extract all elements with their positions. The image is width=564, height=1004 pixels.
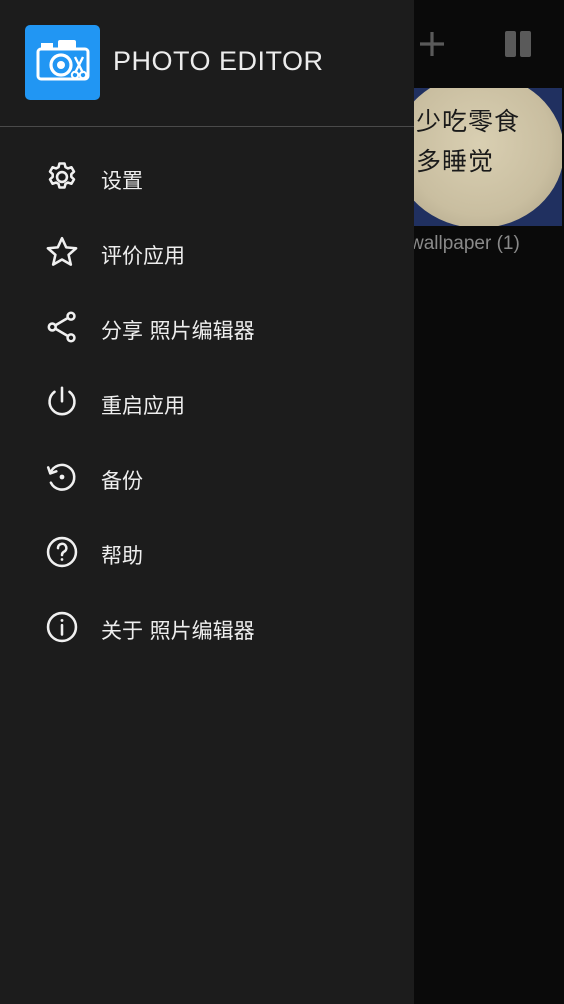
menu-item-settings[interactable]: 设置 [0, 140, 414, 215]
menu-item-label: 重启应用 [101, 394, 185, 418]
info-icon [44, 609, 80, 645]
navigation-drawer: PHOTO EDITOR 设置 评价应用 分享 照片编辑器 重启应用 备份 帮助… [0, 0, 414, 1004]
menu-item-share[interactable]: 分享 照片编辑器 [0, 290, 414, 365]
star-icon [44, 234, 80, 270]
thumbnail-caption: wallpaper (1) [410, 233, 520, 254]
drawer-header: PHOTO EDITOR [0, 0, 414, 127]
camera-scissors-icon [25, 25, 100, 100]
menu-item-restart[interactable]: 重启应用 [0, 365, 414, 440]
menu-item-label: 评价应用 [101, 244, 185, 268]
power-icon [44, 384, 80, 420]
share-icon [44, 309, 80, 345]
menu-item-about[interactable]: 关于 照片编辑器 [0, 590, 414, 665]
image-thumbnail[interactable]: 少吃零食 多睡觉 [414, 88, 562, 226]
backup-restore-icon [44, 459, 80, 495]
menu-item-label: 帮助 [101, 544, 143, 568]
add-icon[interactable] [414, 26, 450, 62]
menu-item-backup[interactable]: 备份 [0, 440, 414, 515]
menu-item-rate-app[interactable]: 评价应用 [0, 215, 414, 290]
drawer-menu: 设置 评价应用 分享 照片编辑器 重启应用 备份 帮助 关于 照片编辑器 [0, 140, 414, 665]
menu-item-help[interactable]: 帮助 [0, 515, 414, 590]
gear-icon [44, 159, 80, 195]
thumbnail-text: 少吃零食 多睡觉 [416, 107, 521, 176]
help-icon [44, 534, 80, 570]
menu-item-label: 关于 照片编辑器 [101, 619, 255, 643]
menu-item-label: 设置 [101, 169, 143, 193]
columns-icon[interactable] [500, 26, 536, 62]
menu-item-label: 分享 照片编辑器 [101, 319, 255, 343]
menu-item-label: 备份 [101, 469, 143, 493]
app-title: PHOTO EDITOR [113, 46, 324, 76]
